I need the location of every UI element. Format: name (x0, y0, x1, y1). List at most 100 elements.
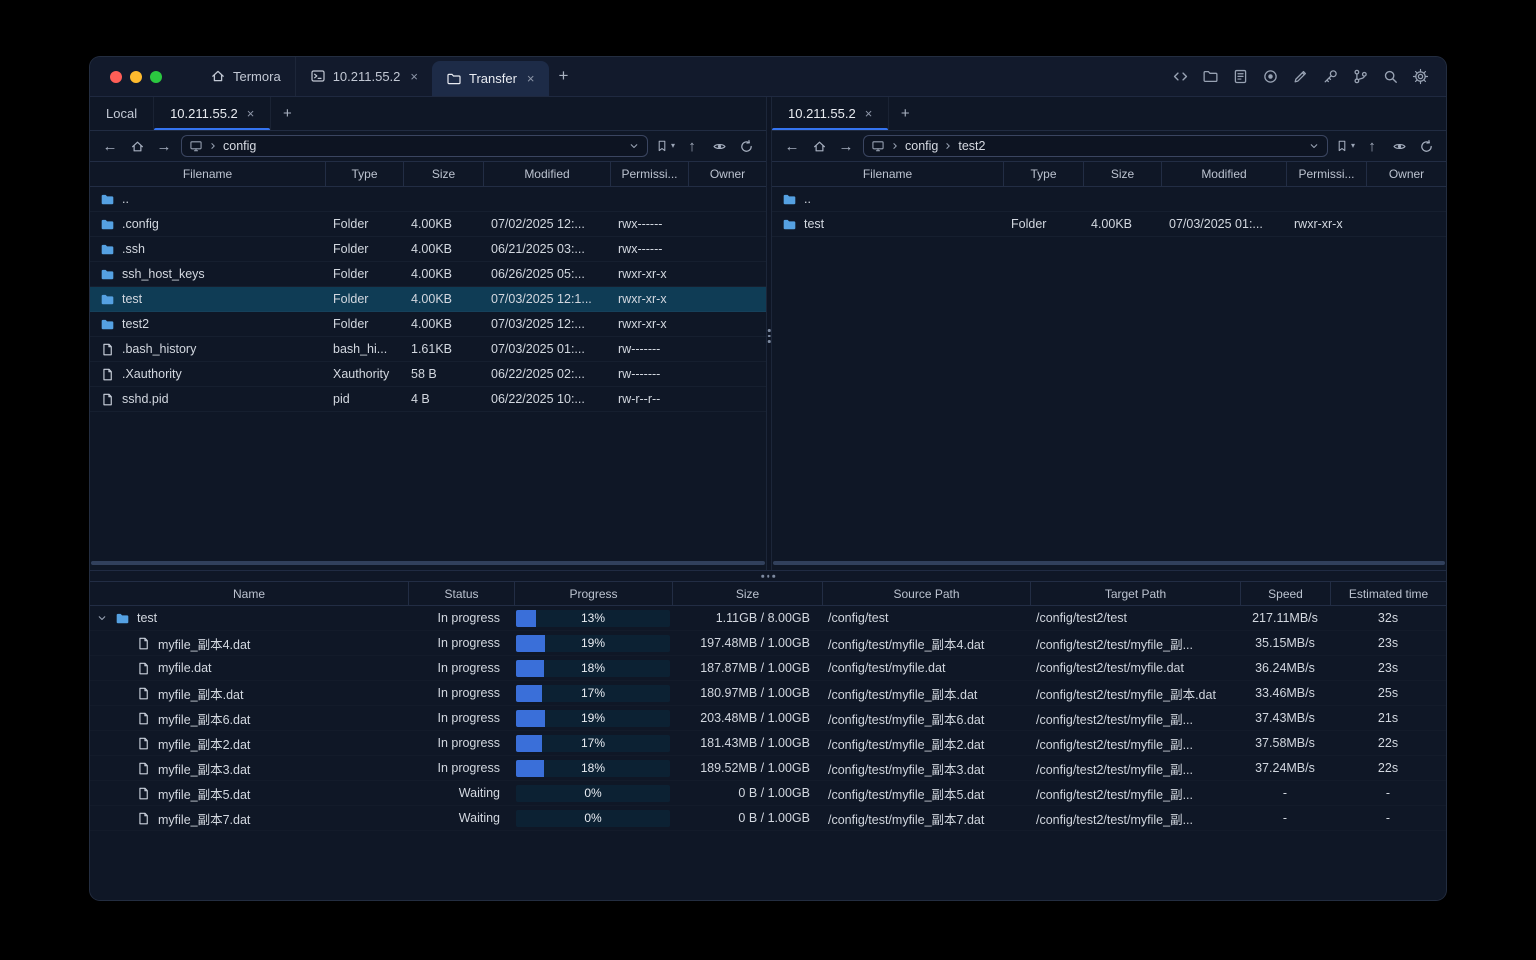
transfer-col-size[interactable]: Size (672, 582, 822, 605)
file-col-type[interactable]: Type (325, 162, 403, 186)
zoom-window-button[interactable] (150, 70, 162, 83)
transfer-speed-cell: 37.24MB/s (1255, 761, 1315, 775)
record-button[interactable] (1258, 65, 1282, 89)
transfer-row[interactable]: myfile_副本.dat In progress 17% 180.97MB / 1.… (90, 681, 1446, 706)
transfer-row[interactable]: myfile_副本7.dat Waiting 0% 0 B / 1.00GB/conf… (90, 806, 1446, 831)
upload-button[interactable]: ↑ (682, 135, 702, 157)
refresh-button[interactable] (736, 135, 756, 157)
show-hidden-button[interactable] (709, 135, 729, 157)
file-row[interactable]: .Xauthority Xauthority 58 B 06/22/2025 02:.… (90, 362, 766, 387)
search-button[interactable] (1378, 65, 1402, 89)
file-row[interactable]: .ssh Folder 4.00KB 06/21/2025 03:... rwx----… (90, 237, 766, 262)
file-col-size[interactable]: Size (1083, 162, 1161, 186)
forward-button[interactable]: → (154, 135, 174, 157)
code-button[interactable] (1168, 65, 1192, 89)
bookmarks-button[interactable]: ▾ (1335, 135, 1355, 157)
file-col-owner[interactable]: Owner (688, 162, 766, 186)
new-fm-tab-button[interactable]: + (271, 97, 303, 130)
filename-text: .config (122, 217, 159, 231)
file-row[interactable]: .bash_history bash_hi... 1.61KB 07/03/2025 … (90, 337, 766, 362)
transfer-row[interactable]: myfile_副本6.dat In progress 19% 203.48MB / 1… (90, 706, 1446, 731)
transfer-row[interactable]: myfile_副本3.dat In progress 18% 189.52MB / 1… (90, 756, 1446, 781)
transfer-col-speed[interactable]: Speed (1240, 582, 1330, 605)
bookmarks-button[interactable]: ▾ (655, 135, 675, 157)
minimize-window-button[interactable] (130, 70, 142, 83)
path-segment[interactable]: config (223, 139, 256, 153)
transfer-source-cell: /config/test (828, 611, 889, 625)
file-col-size[interactable]: Size (403, 162, 483, 186)
collapse-chevron-icon[interactable] (96, 612, 108, 624)
filename-cell: .Xauthority (90, 367, 325, 382)
transfer-row[interactable]: myfile_副本2.dat In progress 17% 181.43MB / 1… (90, 731, 1446, 756)
transfer-name-cell: myfile_副本4.dat (90, 634, 408, 653)
branch-button[interactable] (1348, 65, 1372, 89)
transfer-col-status[interactable]: Status (408, 582, 514, 605)
file-row[interactable]: .config Folder 4.00KB 07/02/2025 12:... rwx-… (90, 212, 766, 237)
file-row[interactable]: test Folder 4.00KB 07/03/2025 01:... rwxr-xr… (772, 212, 1446, 237)
path-segment[interactable]: test2 (958, 139, 985, 153)
file-row[interactable]: .. (772, 187, 1446, 212)
refresh-button[interactable] (1416, 135, 1436, 157)
show-hidden-button[interactable] (1389, 135, 1409, 157)
transfer-col-source-path[interactable]: Source Path (822, 582, 1030, 605)
log-button[interactable] (1228, 65, 1252, 89)
file-row[interactable]: test2 Folder 4.00KB 07/03/2025 12:... rwxr-x… (90, 312, 766, 337)
tab-ssh-host[interactable]: 10.211.55.2 × (294, 57, 432, 96)
back-button[interactable]: ← (782, 135, 802, 157)
file-col-modified[interactable]: Modified (1161, 162, 1286, 186)
tab-remote-host[interactable]: 10.211.55.2 × (772, 97, 890, 130)
key-button[interactable] (1318, 65, 1342, 89)
file-row[interactable]: ssh_host_keys Folder 4.00KB 06/26/2025 05:.… (90, 262, 766, 287)
tab-transfer[interactable]: Transfer × (432, 61, 549, 96)
close-tab-icon[interactable]: × (247, 107, 255, 120)
settings-button[interactable] (1408, 65, 1432, 89)
tab-termora[interactable]: Termora (196, 57, 295, 96)
pencil-button[interactable] (1288, 65, 1312, 89)
file-table: .. .config Folder 4.00KB 07/02/2025 12:... rw… (90, 187, 766, 570)
tab-local[interactable]: Local (90, 97, 155, 130)
forward-button[interactable]: → (836, 135, 856, 157)
path-bar[interactable]: config (181, 135, 648, 157)
chevron-down-icon[interactable] (1308, 140, 1320, 152)
app-window: Termora 10.211.55.2 × Transfer × + Local (90, 57, 1446, 900)
folder-button[interactable] (1198, 65, 1222, 89)
close-tab-icon[interactable]: × (865, 107, 873, 120)
file-col-filename[interactable]: Filename (772, 162, 1003, 186)
path-bar[interactable]: config test2 (863, 135, 1328, 157)
transfer-footer (90, 831, 1446, 900)
file-col-filename[interactable]: Filename (90, 162, 325, 186)
chevron-down-icon[interactable] (628, 140, 640, 152)
transfer-row[interactable]: test In progress 13% 1.11GB / 8.00GB/config… (90, 606, 1446, 631)
new-tab-button[interactable]: + (549, 57, 579, 96)
close-tab-icon[interactable]: × (527, 72, 535, 85)
close-tab-icon[interactable]: × (410, 70, 418, 83)
home-button[interactable] (809, 135, 829, 157)
transfer-row[interactable]: myfile.dat In progress 18% 187.87MB / 1.00G… (90, 656, 1446, 681)
file-row[interactable]: .. (90, 187, 766, 212)
transfer-col-target-path[interactable]: Target Path (1030, 582, 1240, 605)
file-col-permissi[interactable]: Permissi... (610, 162, 688, 186)
transfer-col-name[interactable]: Name (90, 582, 408, 605)
home-button[interactable] (127, 135, 147, 157)
back-button[interactable]: ← (100, 135, 120, 157)
file-row[interactable]: sshd.pid pid 4 B 06/22/2025 10:... rw-r--r-- (90, 387, 766, 412)
horizontal-scrollbar[interactable] (91, 561, 765, 565)
transfer-col-estimated-time[interactable]: Estimated time (1330, 582, 1446, 605)
path-segment[interactable]: config (905, 139, 938, 153)
new-fm-tab-button[interactable]: + (889, 97, 921, 130)
upload-button[interactable]: ↑ (1362, 135, 1382, 157)
file-size-cell: 4.00KB (411, 242, 453, 256)
tab-label: Local (106, 106, 138, 121)
file-col-type[interactable]: Type (1003, 162, 1083, 186)
horizontal-splitter[interactable] (90, 571, 1446, 581)
file-col-permissi[interactable]: Permissi... (1286, 162, 1366, 186)
close-window-button[interactable] (110, 70, 122, 83)
file-row[interactable]: test Folder 4.00KB 07/03/2025 12:1... rwxr-x… (90, 287, 766, 312)
file-col-modified[interactable]: Modified (483, 162, 610, 186)
file-col-owner[interactable]: Owner (1366, 162, 1446, 186)
transfer-row[interactable]: myfile_副本4.dat In progress 19% 197.48MB / 1… (90, 631, 1446, 656)
tab-remote-host[interactable]: 10.211.55.2 × (154, 97, 272, 130)
transfer-col-progress[interactable]: Progress (514, 582, 672, 605)
transfer-row[interactable]: myfile_副本5.dat Waiting 0% 0 B / 1.00GB/conf… (90, 781, 1446, 806)
horizontal-scrollbar[interactable] (773, 561, 1445, 565)
